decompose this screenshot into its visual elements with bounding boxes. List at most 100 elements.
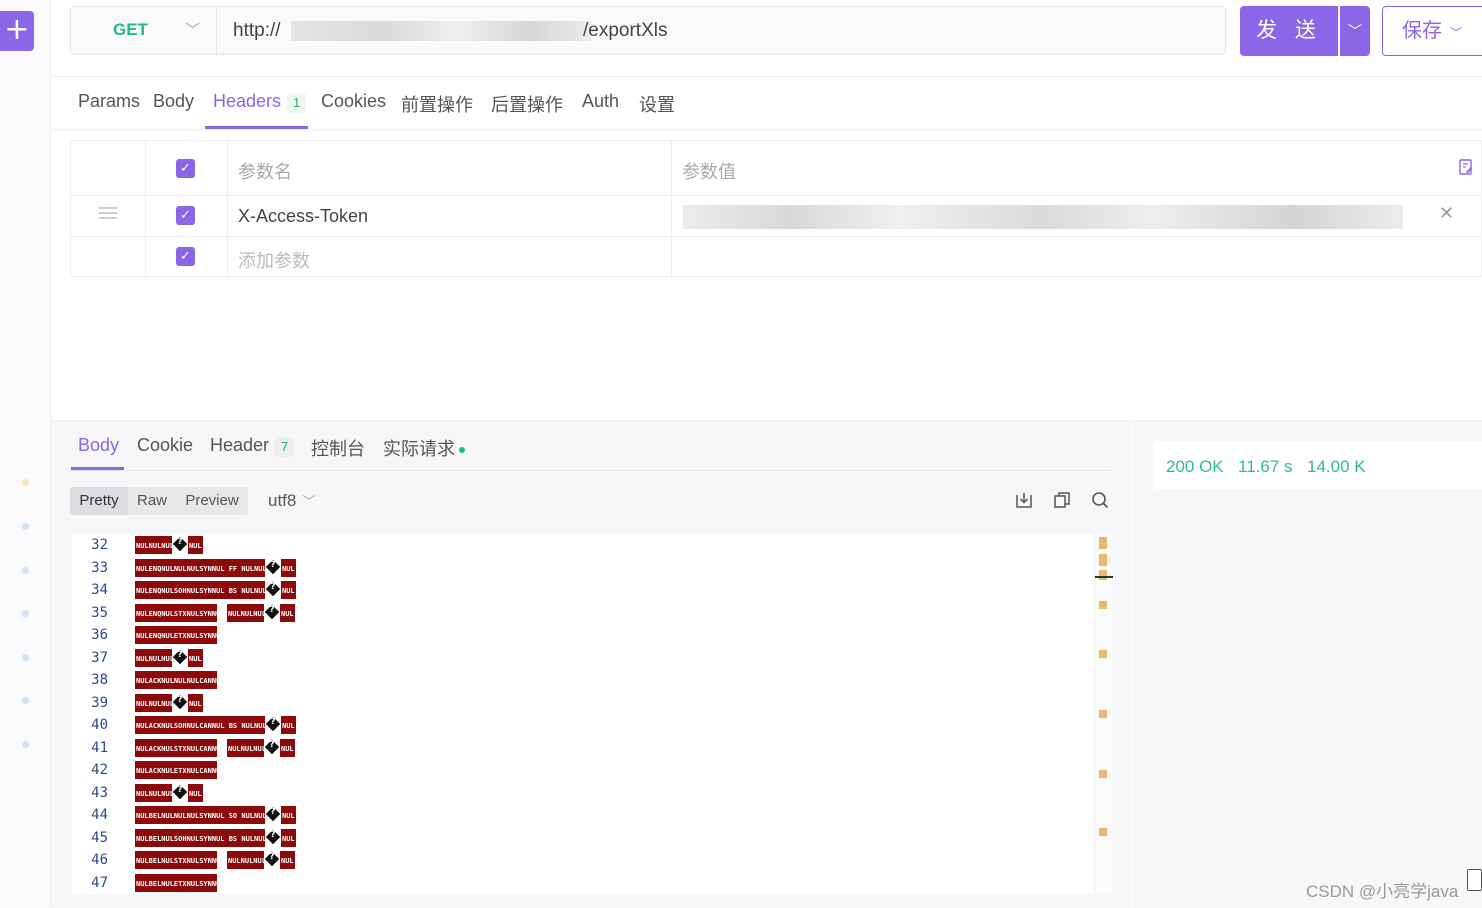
tab-headers[interactable]: Headers 1 [213, 91, 307, 113]
control-char-run: NUL [281, 716, 296, 734]
column-header-value: 参数值 [682, 162, 736, 182]
side-panel-toggle[interactable] [1467, 869, 1482, 891]
format-pretty[interactable]: Pretty [70, 487, 128, 515]
resp-tab-cookie[interactable]: Cookie [137, 435, 193, 456]
tab-cookies[interactable]: Cookies [321, 91, 386, 112]
control-char-run: NUL [280, 851, 295, 869]
rail-dot [22, 697, 29, 704]
rail-dot [22, 479, 29, 486]
line-number: 34 [91, 582, 108, 598]
line-number: 38 [91, 672, 108, 688]
save-label: 保存 [1402, 20, 1442, 42]
resp-tab-actual-label: 实际请求 [383, 439, 455, 459]
code-line: 41 NULACKNULSTXNULCANNUL NULNULNUL? NUL [72, 737, 1092, 759]
method-select[interactable]: GET ﹀ [71, 7, 217, 54]
code-line: 32 NULNULNUL? NUL [72, 534, 1092, 556]
url-suffix[interactable]: /exportXls [583, 20, 667, 42]
new-request-button[interactable]: + [0, 11, 34, 51]
select-all-checkbox[interactable]: ✓ [176, 159, 195, 178]
control-char-run: NULENQNULETXNULSYNNUL [135, 626, 217, 644]
control-char-run: NULNULNUL [227, 738, 264, 757]
response-body-viewer[interactable]: 32 NULNULNUL? NUL 33 NULENQNULNULNULSYNNUL F… [72, 534, 1112, 894]
tab-headers-label: Headers [213, 91, 282, 111]
control-char-run: NULENQNULSOHNULSYNNUL BS NULNULNUL [135, 581, 265, 599]
chevron-down-icon: ﹀ [185, 22, 201, 39]
code-line: 45 NULBELNULSOHNULSYNNUL BS NULNULNUL? NUL [72, 827, 1092, 849]
bulk-edit-icon[interactable] [1459, 159, 1473, 175]
tab-settings[interactable]: 设置 [639, 91, 675, 117]
control-char-run: NULNULNUL [135, 536, 172, 554]
control-char-run: NUL [281, 558, 296, 577]
replacement-char-icon: ? [265, 581, 281, 599]
code-line: 35 NULENQNULSTXNULSYNNUL NULNULNUL? NUL [72, 602, 1092, 624]
control-char-run: NUL [188, 783, 203, 802]
encoding-select[interactable]: utf8 ﹀ [268, 491, 315, 511]
code-line: 34 NULENQNULSOHNULSYNNUL BS NULNULNUL? NUL [72, 579, 1092, 601]
line-number: 35 [91, 604, 108, 621]
tab-pre-script[interactable]: 前置操作 [401, 91, 473, 117]
format-raw[interactable]: Raw [128, 487, 176, 515]
rail-dot [22, 741, 29, 748]
drag-handle-icon[interactable] [99, 207, 117, 222]
copy-icon[interactable] [1053, 491, 1071, 509]
status-code: 200 OK [1166, 457, 1224, 476]
format-preview[interactable]: Preview [176, 487, 248, 515]
line-number: 37 [91, 649, 108, 666]
control-char-run: NUL [188, 536, 203, 554]
add-param-input[interactable]: 添加参数 [238, 247, 310, 273]
resp-tab-actual-request[interactable]: 实际请求 [383, 435, 465, 461]
url-prefix[interactable]: http:// [233, 20, 281, 42]
resp-tab-console[interactable]: 控制台 [311, 435, 365, 461]
control-char-run: NULNULNUL [135, 693, 172, 712]
control-char-run: NULNULNUL [227, 603, 264, 622]
left-rail: + [0, 0, 51, 907]
code-line: 37 NULNULNUL? NUL [72, 647, 1092, 669]
resp-tab-header[interactable]: Header 7 [210, 435, 295, 457]
control-char-run: NULBELNULETXNULSYNNUL [135, 873, 217, 892]
control-char-run: NULACKNULETXNULCANNUL [135, 761, 217, 779]
download-icon[interactable] [1015, 491, 1033, 509]
tab-params[interactable]: Params [78, 91, 140, 112]
close-icon[interactable]: ✕ [1439, 203, 1454, 224]
header-name[interactable]: X-Access-Token [238, 206, 368, 227]
active-tab-indicator [71, 467, 124, 470]
replacement-char-icon: ? [265, 716, 281, 734]
tab-body[interactable]: Body [153, 91, 194, 112]
add-row-checkbox[interactable]: ✓ [176, 247, 195, 266]
row-checkbox[interactable]: ✓ [176, 206, 195, 225]
code-line: 39 NULNULNUL? NUL [72, 692, 1092, 714]
watermark: CSDN @小亮学java [1306, 882, 1459, 901]
send-options-button[interactable]: ﹀ [1340, 6, 1370, 56]
code-line: 43 NULNULNUL? NUL [72, 782, 1092, 804]
save-button[interactable]: 保存 ﹀ [1382, 6, 1482, 56]
code-line: 38 NULACKNULNULNULCANNUL [72, 669, 1092, 691]
line-number: 44 [91, 807, 108, 823]
rail-dot [22, 567, 29, 574]
checkbox-icon: ✓ [180, 249, 191, 264]
code-line: 36 NULENQNULETXNULSYNNUL [72, 624, 1092, 646]
divider [71, 470, 1111, 471]
chevron-down-icon: ﹀ [302, 494, 316, 509]
checkbox-icon: ✓ [180, 208, 191, 223]
line-number: 45 [91, 829, 108, 846]
tab-post-script[interactable]: 后置操作 [491, 91, 563, 117]
header-value-redacted[interactable] [683, 205, 1403, 229]
send-button[interactable]: 发 送 [1240, 6, 1338, 56]
line-number: 39 [91, 694, 108, 711]
url-redacted [291, 21, 591, 41]
headers-table: ✓ 参数名 参数值 ✓ X-Access-Token ✕ ✓ 添加参数 [70, 140, 1482, 278]
search-icon[interactable] [1091, 491, 1109, 509]
tab-auth[interactable]: Auth [582, 91, 619, 112]
control-char-run: NUL [281, 806, 296, 824]
minimap-scrollbar[interactable] [1094, 534, 1113, 894]
rail-dot [22, 523, 29, 530]
resp-tab-header-label: Header [210, 435, 270, 455]
replacement-char-icon: ? [265, 559, 281, 577]
line-number: 41 [91, 739, 108, 756]
checkbox-icon: ✓ [180, 161, 191, 176]
resp-tab-body[interactable]: Body [78, 435, 119, 456]
control-char-run: NULNULNUL [135, 648, 172, 667]
url-bar: GET ﹀ http:// /exportXls [70, 6, 1226, 55]
code-line: 47 NULBELNULETXNULSYNNUL [72, 872, 1092, 894]
response-panel: Body Cookie Header 7 控制台 实际请求 Pretty Raw … [51, 420, 1133, 908]
